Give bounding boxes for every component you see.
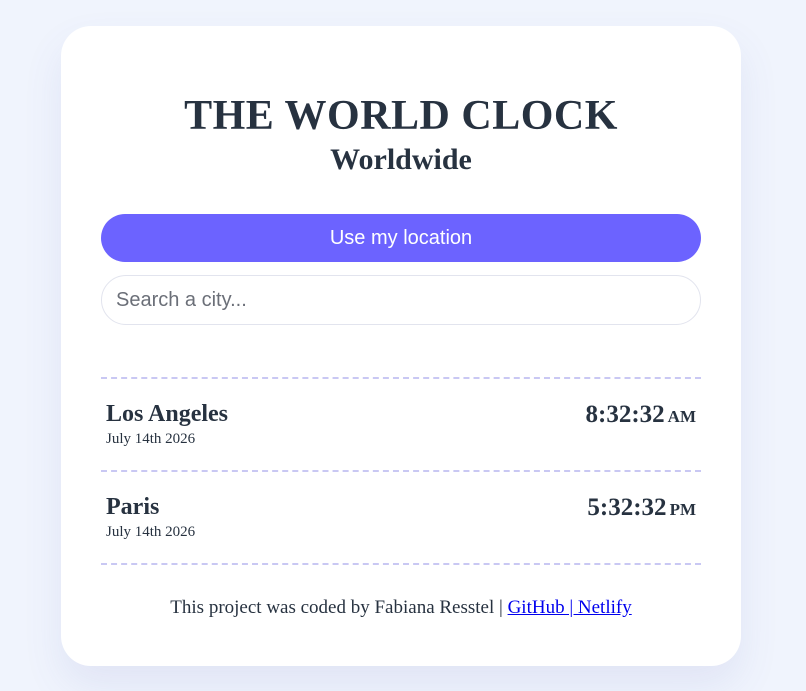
city-info: Los Angeles July 14th 2026: [106, 399, 228, 448]
time-value: 5:32:32: [587, 494, 667, 521]
use-my-location-button[interactable]: Use my location: [101, 214, 701, 262]
city-time: 5:32:32 PM: [587, 492, 696, 526]
time-period: PM: [669, 500, 696, 519]
city-date: July 14th 2026: [106, 431, 196, 447]
city-name: Paris: [106, 494, 160, 520]
page-subtitle: Worldwide: [330, 143, 472, 176]
city-row-paris: Paris July 14th 2026 5:32:32 PM: [101, 472, 701, 565]
footer-credit-text: This project was coded by Fabiana Resste…: [170, 597, 508, 618]
city-row-los-angeles: Los Angeles July 14th 2026 8:32:32 AM: [101, 379, 701, 472]
city-time: 8:32:32 AM: [586, 399, 696, 433]
page-title: THE WORLD CLOCK: [184, 93, 618, 139]
city-search-input[interactable]: [101, 275, 701, 325]
time-value: 8:32:32: [585, 401, 665, 428]
city-info: Paris July 14th 2026: [106, 492, 195, 541]
city-list: Los Angeles July 14th 2026 8:32:32 AM Par…: [101, 377, 701, 565]
footer: This project was coded by Fabiana Resste…: [101, 596, 701, 620]
city-name: Los Angeles: [106, 401, 229, 427]
github-netlify-link[interactable]: GitHub | Netlify: [508, 597, 632, 618]
city-date: July 14th 2026: [106, 524, 196, 540]
world-clock-card: THE WORLD CLOCK Worldwide Use my locatio…: [61, 26, 741, 666]
time-period: AM: [667, 407, 696, 426]
